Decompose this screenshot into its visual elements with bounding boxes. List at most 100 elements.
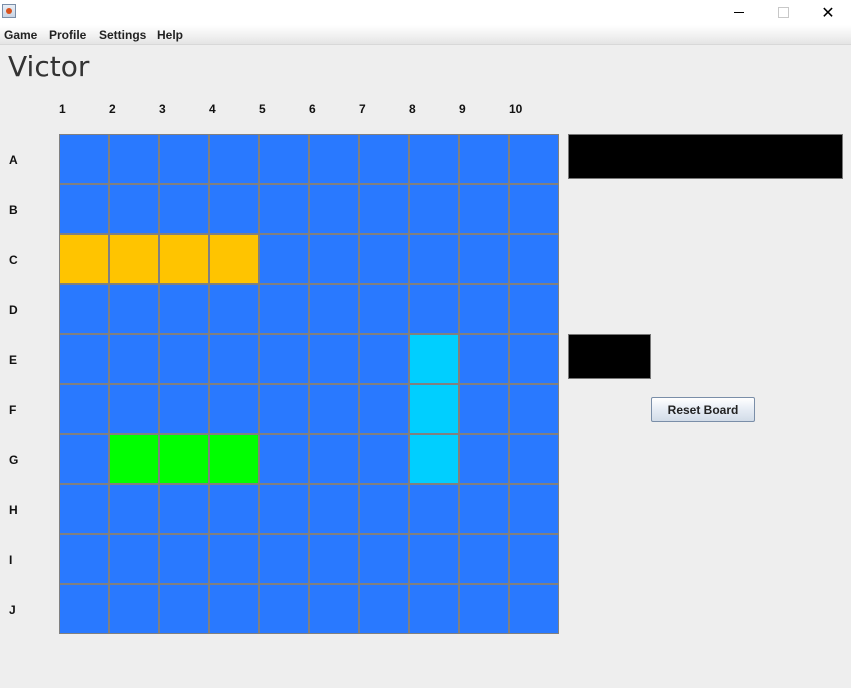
board-cell[interactable] <box>409 134 459 184</box>
board-cell[interactable] <box>109 384 159 434</box>
board-cell[interactable] <box>209 384 259 434</box>
ship-cell[interactable] <box>209 434 259 484</box>
board-cell[interactable] <box>159 334 209 384</box>
board-cell[interactable] <box>459 284 509 334</box>
board-cell[interactable] <box>459 134 509 184</box>
board-cell[interactable] <box>109 534 159 584</box>
reset-board-button[interactable]: Reset Board <box>651 397 755 422</box>
ship-cell[interactable] <box>159 434 209 484</box>
board-cell[interactable] <box>309 184 359 234</box>
ship-cell[interactable] <box>209 234 259 284</box>
board-cell[interactable] <box>159 534 209 584</box>
board-cell[interactable] <box>109 184 159 234</box>
board-cell[interactable] <box>259 434 309 484</box>
board-cell[interactable] <box>259 534 309 584</box>
board-cell[interactable] <box>59 184 109 234</box>
board-cell[interactable] <box>309 584 359 634</box>
board-cell[interactable] <box>309 134 359 184</box>
board-cell[interactable] <box>209 484 259 534</box>
board-cell[interactable] <box>509 184 559 234</box>
board-cell[interactable] <box>459 384 509 434</box>
board-cell[interactable] <box>459 434 509 484</box>
board-cell[interactable] <box>59 334 109 384</box>
board-cell[interactable] <box>209 584 259 634</box>
board-cell[interactable] <box>509 234 559 284</box>
board-cell[interactable] <box>459 184 509 234</box>
board-cell[interactable] <box>109 284 159 334</box>
board-cell[interactable] <box>259 484 309 534</box>
board-cell[interactable] <box>509 434 559 484</box>
board-cell[interactable] <box>109 484 159 534</box>
maximize-button[interactable] <box>760 0 806 25</box>
board-cell[interactable] <box>259 284 309 334</box>
board-cell[interactable] <box>309 384 359 434</box>
board-cell[interactable] <box>209 184 259 234</box>
ship-cell[interactable] <box>409 334 459 384</box>
board-cell[interactable] <box>59 484 109 534</box>
menu-help[interactable]: Help <box>157 27 183 43</box>
board-cell[interactable] <box>209 534 259 584</box>
ship-cell[interactable] <box>59 234 109 284</box>
board-cell[interactable] <box>259 584 309 634</box>
board-cell[interactable] <box>409 484 459 534</box>
menu-profile[interactable]: Profile <box>49 27 86 43</box>
board-cell[interactable] <box>309 484 359 534</box>
board-cell[interactable] <box>309 234 359 284</box>
board-cell[interactable] <box>209 334 259 384</box>
board-cell[interactable] <box>459 534 509 584</box>
board-cell[interactable] <box>259 384 309 434</box>
board-cell[interactable] <box>459 484 509 534</box>
board-cell[interactable] <box>59 434 109 484</box>
board-cell[interactable] <box>109 134 159 184</box>
board-cell[interactable] <box>159 134 209 184</box>
board-cell[interactable] <box>459 584 509 634</box>
board-cell[interactable] <box>509 134 559 184</box>
board-cell[interactable] <box>509 284 559 334</box>
board-cell[interactable] <box>409 234 459 284</box>
board-cell[interactable] <box>509 584 559 634</box>
menu-game[interactable]: Game <box>4 27 37 43</box>
board-cell[interactable] <box>309 284 359 334</box>
board-cell[interactable] <box>159 384 209 434</box>
board-cell[interactable] <box>359 484 409 534</box>
ship-cell[interactable] <box>409 384 459 434</box>
board-cell[interactable] <box>359 584 409 634</box>
board-cell[interactable] <box>159 584 209 634</box>
board-cell[interactable] <box>259 234 309 284</box>
board-cell[interactable] <box>259 134 309 184</box>
ship-cell[interactable] <box>159 234 209 284</box>
board-cell[interactable] <box>309 534 359 584</box>
board-cell[interactable] <box>59 534 109 584</box>
board-cell[interactable] <box>259 334 309 384</box>
board-cell[interactable] <box>59 284 109 334</box>
board-cell[interactable] <box>159 184 209 234</box>
board-cell[interactable] <box>359 184 409 234</box>
board-cell[interactable] <box>209 284 259 334</box>
board-cell[interactable] <box>359 284 409 334</box>
board-cell[interactable] <box>359 434 409 484</box>
board-cell[interactable] <box>209 134 259 184</box>
board-cell[interactable] <box>509 334 559 384</box>
ship-cell[interactable] <box>109 434 159 484</box>
board-cell[interactable] <box>509 384 559 434</box>
board-cell[interactable] <box>509 484 559 534</box>
board-cell[interactable] <box>459 234 509 284</box>
board-cell[interactable] <box>409 284 459 334</box>
close-button[interactable]: ✕ <box>805 0 851 25</box>
board-cell[interactable] <box>509 534 559 584</box>
board-cell[interactable] <box>309 334 359 384</box>
board-cell[interactable] <box>109 334 159 384</box>
board-cell[interactable] <box>409 184 459 234</box>
board-cell[interactable] <box>459 334 509 384</box>
board-cell[interactable] <box>409 584 459 634</box>
board-cell[interactable] <box>59 584 109 634</box>
minimize-button[interactable] <box>716 0 762 25</box>
board-cell[interactable] <box>159 484 209 534</box>
board-cell[interactable] <box>359 384 409 434</box>
ship-cell[interactable] <box>109 234 159 284</box>
menu-settings[interactable]: Settings <box>99 27 146 43</box>
board-cell[interactable] <box>359 134 409 184</box>
board-cell[interactable] <box>109 584 159 634</box>
board-cell[interactable] <box>159 284 209 334</box>
board-cell[interactable] <box>359 334 409 384</box>
